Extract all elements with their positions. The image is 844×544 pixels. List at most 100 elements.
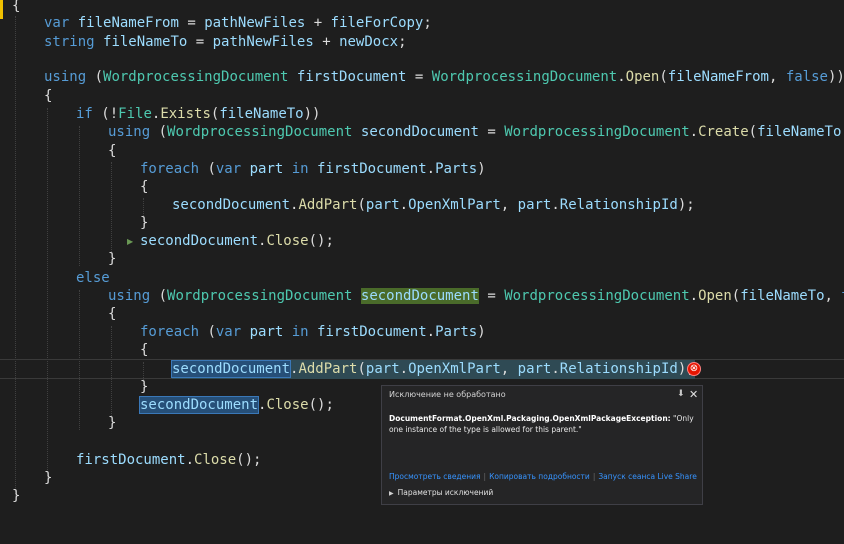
identifier: part bbox=[249, 161, 284, 177]
popup-title: Исключение не обработано bbox=[389, 390, 506, 399]
punctuation: ) bbox=[477, 324, 486, 340]
type-name: WordprocessingDocument bbox=[103, 69, 289, 85]
punctuation: , bbox=[824, 288, 842, 304]
identifier: RelationshipId bbox=[559, 197, 678, 213]
expand-arrow-icon: ▶ bbox=[389, 490, 394, 497]
exception-type: DocumentFormat.OpenXml.Packaging.OpenXml… bbox=[389, 414, 671, 423]
punctuation: ( bbox=[199, 161, 216, 177]
keyword: string bbox=[44, 34, 95, 50]
brace: { bbox=[108, 306, 117, 322]
method-name: Create bbox=[698, 124, 749, 140]
exception-message: DocumentFormat.OpenXml.Packaging.OpenXml… bbox=[389, 413, 694, 435]
exception-settings-toggle[interactable]: ▶ Параметры исключений bbox=[389, 488, 493, 497]
code-line: string fileNameTo = pathNewFiles + newDo… bbox=[0, 33, 844, 52]
identifier: RelationshipId bbox=[559, 361, 678, 377]
punctuation: . bbox=[617, 69, 626, 85]
identifier: OpenXmlPart bbox=[408, 197, 501, 213]
view-details-link[interactable]: Просмотреть сведения bbox=[389, 472, 481, 481]
brace: } bbox=[12, 488, 21, 504]
keyword: using bbox=[44, 69, 87, 85]
link-separator: | bbox=[483, 472, 487, 481]
link-separator: | bbox=[592, 472, 596, 481]
punctuation: . bbox=[551, 197, 560, 213]
code-line: } bbox=[0, 250, 844, 269]
brace: } bbox=[140, 379, 149, 395]
punctuation: (); bbox=[308, 397, 334, 413]
code-line: if (!File.Exists(fileNameTo)) bbox=[0, 105, 844, 124]
keyword: using bbox=[108, 124, 151, 140]
keyword: false bbox=[785, 69, 828, 85]
punctuation: (! bbox=[92, 106, 119, 122]
type-name: WordprocessingDocument bbox=[431, 69, 618, 85]
code-line: foreach (var part in firstDocument.Parts… bbox=[0, 323, 844, 342]
method-name: Exists bbox=[160, 106, 211, 122]
brace: { bbox=[12, 0, 21, 14]
punctuation: . bbox=[185, 452, 195, 468]
brace: } bbox=[140, 215, 149, 231]
method-name: Close bbox=[194, 452, 237, 468]
identifier: fileNameTo bbox=[740, 288, 825, 304]
code-line: { bbox=[0, 305, 844, 324]
operator: = bbox=[178, 15, 205, 31]
identifier: fileNameFrom bbox=[77, 15, 179, 31]
keyword: var bbox=[215, 161, 242, 177]
identifier: Parts bbox=[435, 161, 478, 177]
live-share-link[interactable]: Запуск сеанса Live Share bbox=[598, 472, 696, 481]
punctuation: ; bbox=[423, 15, 432, 31]
method-name: Close bbox=[266, 233, 309, 249]
punctuation: )) bbox=[303, 106, 321, 122]
exception-settings-label: Параметры исключений bbox=[397, 488, 494, 497]
code-line: secondDocument.AddPart(part.OpenXmlPart,… bbox=[0, 196, 844, 215]
code-line: var fileNameFrom = pathNewFiles + fileFo… bbox=[0, 14, 844, 33]
identifier: fileForCopy bbox=[330, 15, 424, 31]
brace: { bbox=[108, 143, 117, 159]
punctuation: ; bbox=[398, 34, 407, 50]
punctuation: . bbox=[426, 324, 436, 340]
brace: { bbox=[140, 179, 149, 195]
brace: } bbox=[108, 415, 117, 431]
type-name: WordprocessingDocument bbox=[167, 124, 353, 140]
identifier: fileNameTo bbox=[757, 124, 842, 140]
identifier: secondDocument bbox=[172, 197, 291, 213]
exception-popup: Исключение не обработано ⬇ ✕ DocumentFor… bbox=[381, 385, 703, 505]
punctuation: ) bbox=[477, 161, 486, 177]
close-icon[interactable]: ✕ bbox=[689, 388, 698, 401]
punctuation: ( bbox=[199, 324, 216, 340]
code-line: using (WordprocessingDocument secondDocu… bbox=[0, 287, 844, 306]
identifier: firstDocument bbox=[76, 452, 186, 468]
popup-links: Просмотреть сведения | Копировать подробно… bbox=[389, 472, 697, 481]
method-name: Open bbox=[698, 288, 732, 304]
code-line: { bbox=[0, 178, 844, 197]
type-name: WordprocessingDocument bbox=[167, 288, 353, 304]
identifier: fileNameTo bbox=[219, 106, 304, 122]
keyword: in bbox=[283, 161, 318, 177]
punctuation: ( bbox=[748, 124, 758, 140]
keyword: using bbox=[108, 288, 151, 304]
punctuation: ( bbox=[150, 288, 168, 304]
punctuation: ( bbox=[731, 288, 741, 304]
identifier: part bbox=[365, 197, 400, 213]
method-name: AddPart bbox=[298, 197, 358, 213]
code-line: } bbox=[0, 214, 844, 233]
keyword: var bbox=[215, 324, 242, 340]
code-line: { bbox=[0, 341, 844, 360]
identifier: part bbox=[517, 197, 552, 213]
copy-details-link[interactable]: Копировать подробности bbox=[489, 472, 590, 481]
code-line: { bbox=[0, 142, 844, 161]
highlighted-identifier: secondDocument bbox=[138, 396, 260, 414]
punctuation: ( bbox=[86, 69, 104, 85]
brace: } bbox=[108, 251, 117, 267]
keyword: var bbox=[44, 15, 70, 31]
brace: { bbox=[44, 88, 53, 104]
popup-header: Исключение не обработано ⬇ ✕ bbox=[382, 386, 702, 406]
identifier: fileNameTo bbox=[103, 34, 188, 50]
code-line: using (WordprocessingDocument secondDocu… bbox=[0, 123, 844, 142]
type-name: WordprocessingDocument bbox=[504, 124, 690, 140]
highlighted-identifier: secondDocument bbox=[170, 360, 292, 378]
code-line: secondDocument.Close(); bbox=[0, 232, 844, 251]
error-icon[interactable]: ⊗ bbox=[687, 362, 701, 376]
pin-icon[interactable]: ⬇ bbox=[677, 389, 685, 399]
